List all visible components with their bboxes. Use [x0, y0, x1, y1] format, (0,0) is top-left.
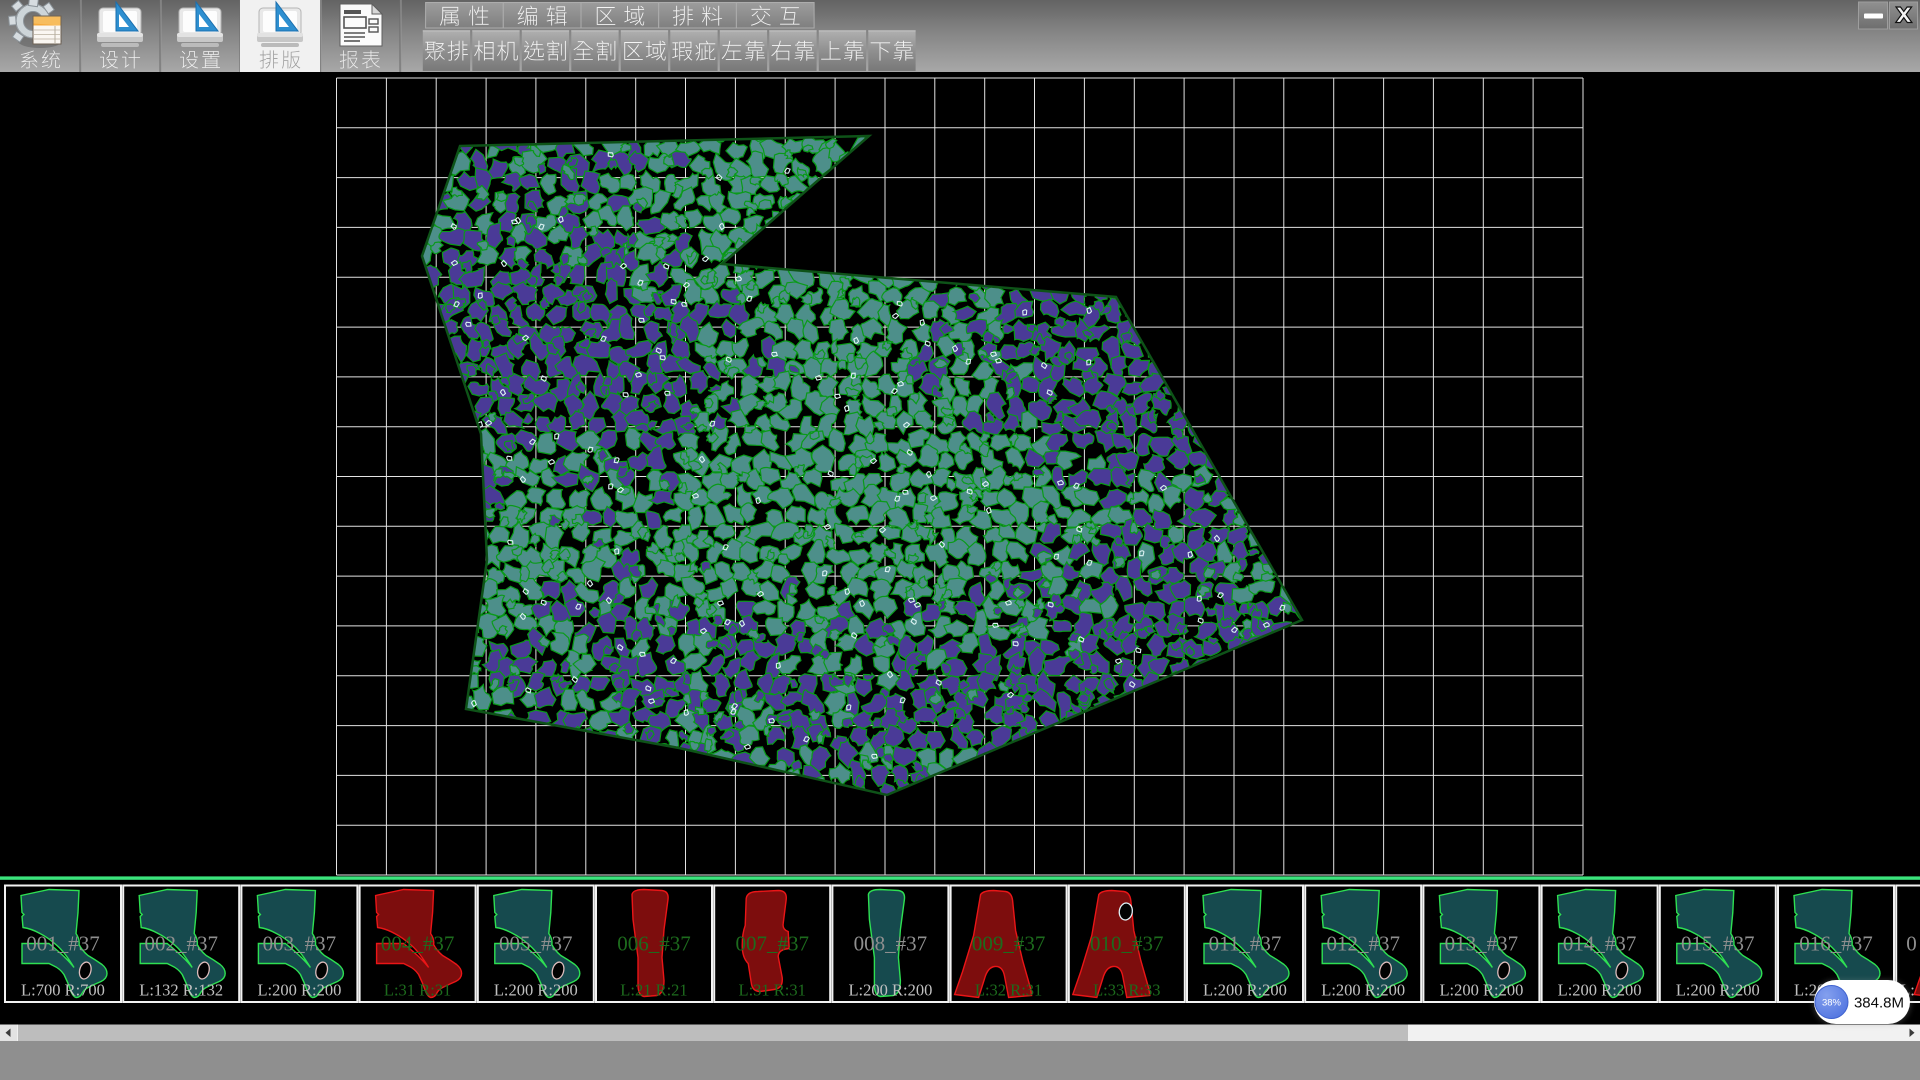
svg-text:016_#37: 016_#37: [1799, 932, 1873, 956]
svg-text:010_#37: 010_#37: [1090, 932, 1164, 956]
svg-text:38%: 38%: [1822, 998, 1842, 1009]
svg-text:014_#37: 014_#37: [1563, 932, 1637, 956]
svg-text:L:31 R:31: L:31 R:31: [384, 981, 451, 1000]
svg-text:L:200 R:200: L:200 R:200: [1676, 981, 1760, 1000]
svg-text:005_#37: 005_#37: [499, 932, 573, 956]
svg-text:L:32 R:31: L:32 R:31: [975, 981, 1042, 1000]
svg-text:L:200 R:200: L:200 R:200: [1203, 981, 1287, 1000]
svg-text:L:200 R:200: L:200 R:200: [494, 981, 578, 1000]
svg-text:001_#37: 001_#37: [26, 932, 100, 956]
svg-text:L:33 R:33: L:33 R:33: [1093, 981, 1160, 1000]
svg-text:011_#37: 011_#37: [1209, 932, 1282, 956]
svg-text:L:31 R:31: L:31 R:31: [739, 981, 806, 1000]
svg-text:008_#37: 008_#37: [854, 932, 928, 956]
svg-text:004_#37: 004_#37: [381, 932, 455, 956]
svg-text:012_#37: 012_#37: [1326, 932, 1400, 956]
svg-text:015_#37: 015_#37: [1681, 932, 1755, 956]
svg-text:006_#37: 006_#37: [617, 932, 691, 956]
svg-text:003_#37: 003_#37: [263, 932, 337, 956]
svg-text:0: 0: [1906, 932, 1917, 956]
svg-text:002_#37: 002_#37: [144, 932, 218, 956]
svg-text:L:132 R:132: L:132 R:132: [139, 981, 223, 1000]
svg-text:009_#37: 009_#37: [972, 932, 1046, 956]
svg-text:L:200 R:200: L:200 R:200: [1558, 981, 1642, 1000]
svg-text:L:200 R:200: L:200 R:200: [257, 981, 341, 1000]
svg-text:L:200 R:200: L:200 R:200: [1321, 981, 1405, 1000]
svg-text:L:200 R:200: L:200 R:200: [848, 981, 932, 1000]
svg-text:384.8M: 384.8M: [1854, 995, 1904, 1012]
svg-text:007_#37: 007_#37: [735, 932, 809, 956]
svg-text:L:21 R:21: L:21 R:21: [620, 981, 687, 1000]
svg-text:L:700 R:700: L:700 R:700: [21, 981, 105, 1000]
svg-text:L:200 R:200: L:200 R:200: [1439, 981, 1523, 1000]
svg-text:013_#37: 013_#37: [1445, 932, 1519, 956]
